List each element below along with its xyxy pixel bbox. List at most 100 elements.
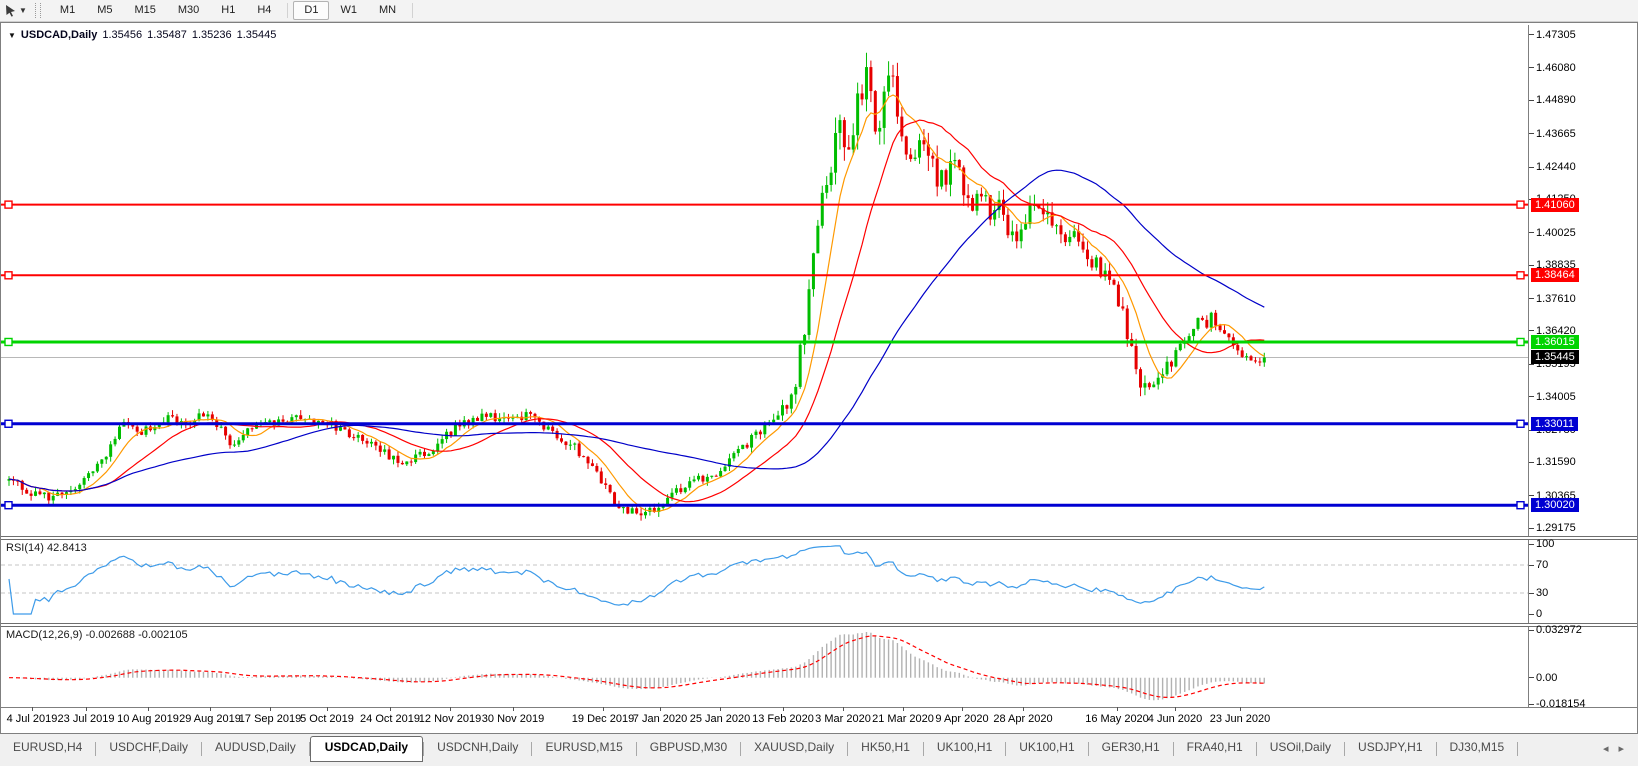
rsi-axis-tick-label: 70 [1536, 559, 1549, 571]
price-axis-tick [1529, 495, 1534, 497]
time-axis-date-label: 28 Apr 2020 [993, 713, 1053, 725]
rsi-indicator-canvas[interactable] [1, 540, 1528, 623]
time-axis-date-label: 12 Nov 2019 [418, 713, 482, 725]
price-axis-tick [1529, 396, 1534, 398]
price-axis-tick [1529, 527, 1534, 529]
time-axis-border [1, 707, 1637, 708]
chart-tab-usdchf-daily[interactable]: USDCHF,Daily [96, 737, 201, 758]
toolbar-grip-handle[interactable] [34, 3, 41, 18]
time-axis-tick [843, 707, 844, 711]
time-axis-date-label: 16 May 2020 [1085, 713, 1149, 725]
macd-axis-tick-label: 0.032972 [1536, 624, 1582, 636]
time-axis-tick [86, 707, 87, 711]
time-axis-date-label: 23 Jun 2020 [1209, 713, 1271, 725]
macd-indicator-canvas[interactable] [1, 627, 1528, 707]
time-axis-tick [1023, 707, 1024, 711]
time-axis-tick [962, 707, 963, 711]
price-axis-tick [1529, 264, 1534, 266]
time-axis-tick [513, 707, 514, 711]
panel-splitter[interactable] [1, 623, 1637, 627]
price-axis-tick-label: 1.34005 [1536, 390, 1576, 403]
chart-tab-usdcnh-daily[interactable]: USDCNH,Daily [424, 737, 531, 758]
chart-tab-uk100-h1[interactable]: UK100,H1 [1006, 737, 1087, 758]
time-axis-date-label: 30 Nov 2019 [481, 713, 545, 725]
rsi-axis-tick-label: 0 [1536, 608, 1543, 620]
rsi-indicator-label: RSI(14) 42.8413 [6, 542, 87, 554]
price-axis-tick [1529, 67, 1534, 69]
timeframe-button-m1[interactable]: M1 [49, 1, 86, 20]
chart-tab-ger30-h1[interactable]: GER30,H1 [1089, 737, 1173, 758]
chart-tab-usdcad-daily[interactable]: USDCAD,Daily [309, 736, 424, 762]
price-axis-tick-label: 1.46080 [1536, 61, 1576, 74]
chart-tab-eurusd-m15[interactable]: EURUSD,M15 [532, 737, 635, 758]
time-axis-tick [32, 707, 33, 711]
mt4-chart-window: ▼ M1 M5 M15 M30 H1 H4 D1 W1 MN ▼ USDCAD,Daily 1.… [0, 0, 1638, 766]
macd-axis-tick-label: 0.00 [1536, 671, 1558, 684]
time-axis-date-label: 23 Jul 2019 [57, 713, 115, 725]
cursor-tool-icon[interactable] [2, 3, 18, 19]
macd-indicator-label: MACD(12,26,9) -0.002688 -0.002105 [6, 629, 188, 641]
price-axis-tick [1529, 99, 1534, 101]
timeframe-button-w1[interactable]: W1 [329, 1, 368, 20]
rsi-axis-tick-label: 30 [1536, 587, 1549, 599]
price-level-label: 1.30020 [1531, 498, 1579, 513]
price-axis-tick [1529, 461, 1534, 463]
time-axis-date-label: 29 Aug 2019 [179, 713, 241, 725]
chart-tab-gbpusd-m30[interactable]: GBPUSD,M30 [637, 737, 740, 758]
price-chart-canvas[interactable] [1, 25, 1528, 536]
price-axis-tick-label: 1.43665 [1536, 127, 1576, 140]
tab-scroll-right-icon[interactable]: ▸ [1618, 742, 1624, 755]
time-axis-tick [270, 707, 271, 711]
timeframe-button-m30[interactable]: M30 [167, 1, 210, 20]
price-axis-tick-label: 1.40025 [1536, 226, 1576, 239]
tab-scroll-arrows: ◂ ▸ [1603, 742, 1624, 755]
current-price-label: 1.35445 [1531, 350, 1579, 365]
chart-tab-hk50-h1[interactable]: HK50,H1 [848, 737, 923, 758]
time-axis-date-label: 10 Aug 2019 [117, 713, 179, 725]
price-axis-tick [1529, 166, 1534, 168]
time-axis-tick [660, 707, 661, 711]
timeframe-button-m15[interactable]: M15 [123, 1, 166, 20]
chart-tab-eurusd-h4[interactable]: EURUSD,H4 [0, 737, 95, 758]
time-axis-tick [210, 707, 211, 711]
timeframe-button-m5[interactable]: M5 [86, 1, 123, 20]
timeframe-button-h4[interactable]: H4 [246, 1, 282, 20]
timeframe-buttons: M1 M5 M15 M30 H1 H4 D1 W1 MN [49, 1, 418, 20]
chart-tab-audusd-daily[interactable]: AUDUSD,Daily [202, 737, 309, 758]
chart-tab-usdjpy-h1[interactable]: USDJPY,H1 [1345, 737, 1435, 758]
rsi-axis-tick-label: 100 [1536, 538, 1555, 550]
price-axis-tick-label: 1.37610 [1536, 292, 1576, 305]
price-axis-tick-label: 1.29175 [1536, 522, 1576, 535]
price-level-label: 1.38464 [1531, 268, 1579, 283]
price-axis-tick-label: 1.47305 [1536, 28, 1576, 41]
time-axis-date-label: 24 Oct 2019 [360, 713, 420, 725]
chart-tab-uk100-h1[interactable]: UK100,H1 [924, 737, 1005, 758]
timeframe-button-mn[interactable]: MN [368, 1, 407, 20]
tab-separator [1517, 742, 1519, 756]
tab-scroll-left-icon[interactable]: ◂ [1603, 742, 1609, 755]
price-axis-tick [1529, 330, 1534, 332]
panel-splitter[interactable] [1, 536, 1637, 540]
price-axis-tick-label: 1.44890 [1536, 94, 1576, 107]
macd-axis-tick [1529, 629, 1534, 631]
chart-tab-dj30-m15[interactable]: DJ30,M15 [1437, 737, 1518, 758]
time-axis-tick [783, 707, 784, 711]
time-axis-tick [903, 707, 904, 711]
time-axis-date-label: 7 Jan 2020 [632, 713, 688, 725]
price-axis-tick-label: 1.42440 [1536, 161, 1576, 174]
price-axis-tick [1529, 298, 1534, 300]
price-axis-tick [1529, 232, 1534, 234]
time-axis-date-label: 4 Jun 2020 [1147, 713, 1203, 725]
time-axis-date-label: 17 Sep 2019 [238, 713, 302, 725]
chart-tab-usoil-daily[interactable]: USOil,Daily [1257, 737, 1344, 758]
time-axis-tick [1175, 707, 1176, 711]
time-axis-tick [720, 707, 721, 711]
timeframe-button-d1[interactable]: D1 [293, 1, 330, 20]
macd-axis-tick [1529, 677, 1534, 679]
cursor-tool-dropdown-icon[interactable]: ▼ [19, 6, 27, 15]
chart-tab-xauusd-daily[interactable]: XAUUSD,Daily [741, 737, 847, 758]
timeframe-button-h1[interactable]: H1 [210, 1, 246, 20]
time-axis-tick [148, 707, 149, 711]
chart-tab-fra40-h1[interactable]: FRA40,H1 [1174, 737, 1256, 758]
macd-axis-tick-label: -0.018154 [1536, 698, 1586, 710]
